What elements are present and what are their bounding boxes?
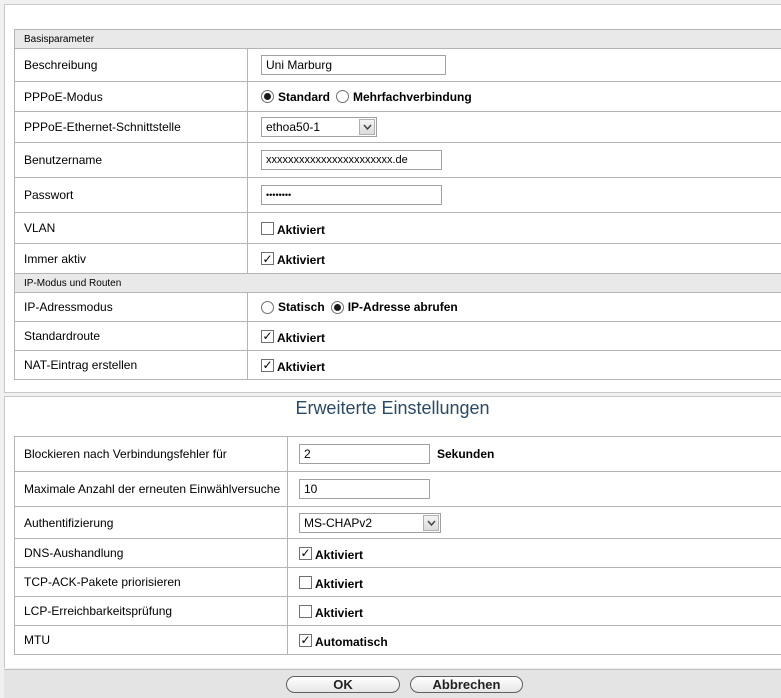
vlan-checkbox[interactable] <box>261 221 274 235</box>
advanced-settings-table: Blockieren nach Verbindungsfehler für 2 … <box>14 436 781 655</box>
pppoe-mode-standard-option[interactable]: Standard <box>261 90 330 104</box>
chevron-down-icon[interactable] <box>423 514 439 531</box>
default-route-label: Standardroute <box>15 322 248 350</box>
radio-dynamic[interactable] <box>330 300 344 314</box>
ip-mode-static-option[interactable]: Statisch <box>261 300 325 314</box>
lcp-checkbox[interactable] <box>299 604 312 618</box>
basic-settings-table: Basisparameter Beschreibung Uni Marburg … <box>14 29 781 380</box>
row-username: Benutzername xxxxxxxxxxxxxxxxxxxxxxx.de <box>15 143 781 178</box>
row-always-on: Immer aktiv ✓ Aktiviert <box>15 244 781 274</box>
pppoe-mode-multi-option[interactable]: Mehrfachverbindung <box>336 90 472 104</box>
radio-static[interactable] <box>261 300 274 314</box>
advanced-settings-title: Erweiterte Einstellungen <box>295 398 490 418</box>
auth-label: Authentifizierung <box>15 507 288 538</box>
row-redial: Maximale Anzahl der erneuten Einwählvers… <box>15 472 781 507</box>
always-on-label: Immer aktiv <box>15 244 248 273</box>
dns-label: DNS-Aushandlung <box>15 539 288 567</box>
dns-checkbox[interactable]: ✓ <box>299 546 312 560</box>
username-label: Benutzername <box>15 143 248 177</box>
row-interface: PPPoE-Ethernet-Schnittstelle ethoa50-1 <box>15 112 781 143</box>
always-on-checkbox[interactable]: ✓ <box>261 252 274 265</box>
default-route-checkbox[interactable]: ✓ <box>261 329 274 343</box>
redial-label: Maximale Anzahl der erneuten Einwählvers… <box>15 472 288 506</box>
row-password: Passwort •••••••• <box>15 178 781 213</box>
auth-select[interactable]: MS-CHAPv2 <box>299 512 441 533</box>
nat-label: NAT-Eintrag erstellen <box>15 351 248 379</box>
password-label: Passwort <box>15 178 248 212</box>
row-vlan: VLAN Aktiviert <box>15 213 781 244</box>
cancel-button[interactable]: Abbrechen <box>410 676 523 693</box>
mtu-label: MTU <box>15 626 288 654</box>
interface-label: PPPoE-Ethernet-Schnittstelle <box>15 112 248 142</box>
row-nat: NAT-Eintrag erstellen ✓ Aktiviert <box>15 351 781 380</box>
description-label: Beschreibung <box>15 49 248 81</box>
vlan-label: VLAN <box>15 213 248 243</box>
row-auth: Authentifizierung MS-CHAPv2 <box>15 507 781 539</box>
radio-multi[interactable] <box>336 90 350 103</box>
row-ip-mode: IP-Adressmodus Statisch IP-Adresse abruf… <box>15 293 781 322</box>
pppoe-mode-label: PPPoE-Modus <box>15 82 248 111</box>
button-bar: OK Abbrechen <box>4 669 781 698</box>
row-mtu: MTU ✓ Automatisch <box>15 626 781 655</box>
block-unit: Sekunden <box>437 447 495 461</box>
row-description: Beschreibung Uni Marburg <box>15 49 781 82</box>
top-strip <box>4 4 781 22</box>
tcp-ack-checkbox[interactable] <box>299 575 312 589</box>
row-pppoe-mode: PPPoE-Modus Standard Mehrfachverbindung <box>15 82 781 112</box>
lcp-label: LCP-Erreichbarkeitsprüfung <box>15 597 288 625</box>
nat-checkbox[interactable]: ✓ <box>261 358 274 372</box>
page-frame: Basisparameter Beschreibung Uni Marburg … <box>0 0 781 698</box>
block-input[interactable]: 2 <box>299 444 430 464</box>
row-default-route: Standardroute ✓ Aktiviert <box>15 322 781 351</box>
block-label: Blockieren nach Verbindungsfehler für <box>15 437 288 471</box>
username-input[interactable]: xxxxxxxxxxxxxxxxxxxxxxx.de <box>261 150 442 170</box>
row-block: Blockieren nach Verbindungsfehler für 2 … <box>15 437 781 472</box>
row-tcp-ack: TCP-ACK-Pakete priorisieren Aktiviert <box>15 568 781 597</box>
password-input[interactable]: •••••••• <box>261 185 442 205</box>
tcp-ack-label: TCP-ACK-Pakete priorisieren <box>15 568 288 596</box>
description-input[interactable]: Uni Marburg <box>261 55 446 75</box>
ip-mode-label: IP-Adressmodus <box>15 293 248 321</box>
ip-mode-dynamic-option[interactable]: IP-Adresse abrufen <box>330 300 458 314</box>
row-dns: DNS-Aushandlung ✓ Aktiviert <box>15 539 781 568</box>
mtu-checkbox[interactable]: ✓ <box>299 633 312 647</box>
chevron-down-icon[interactable] <box>359 119 375 135</box>
ok-button[interactable]: OK <box>286 676 400 693</box>
radio-standard[interactable] <box>261 90 274 103</box>
section-header-ip: IP-Modus und Routen <box>15 274 781 293</box>
section-header-basis: Basisparameter <box>15 30 781 49</box>
row-lcp: LCP-Erreichbarkeitsprüfung Aktiviert <box>15 597 781 626</box>
interface-select[interactable]: ethoa50-1 <box>261 117 377 137</box>
section-divider <box>4 392 781 397</box>
redial-input[interactable]: 10 <box>299 479 430 499</box>
